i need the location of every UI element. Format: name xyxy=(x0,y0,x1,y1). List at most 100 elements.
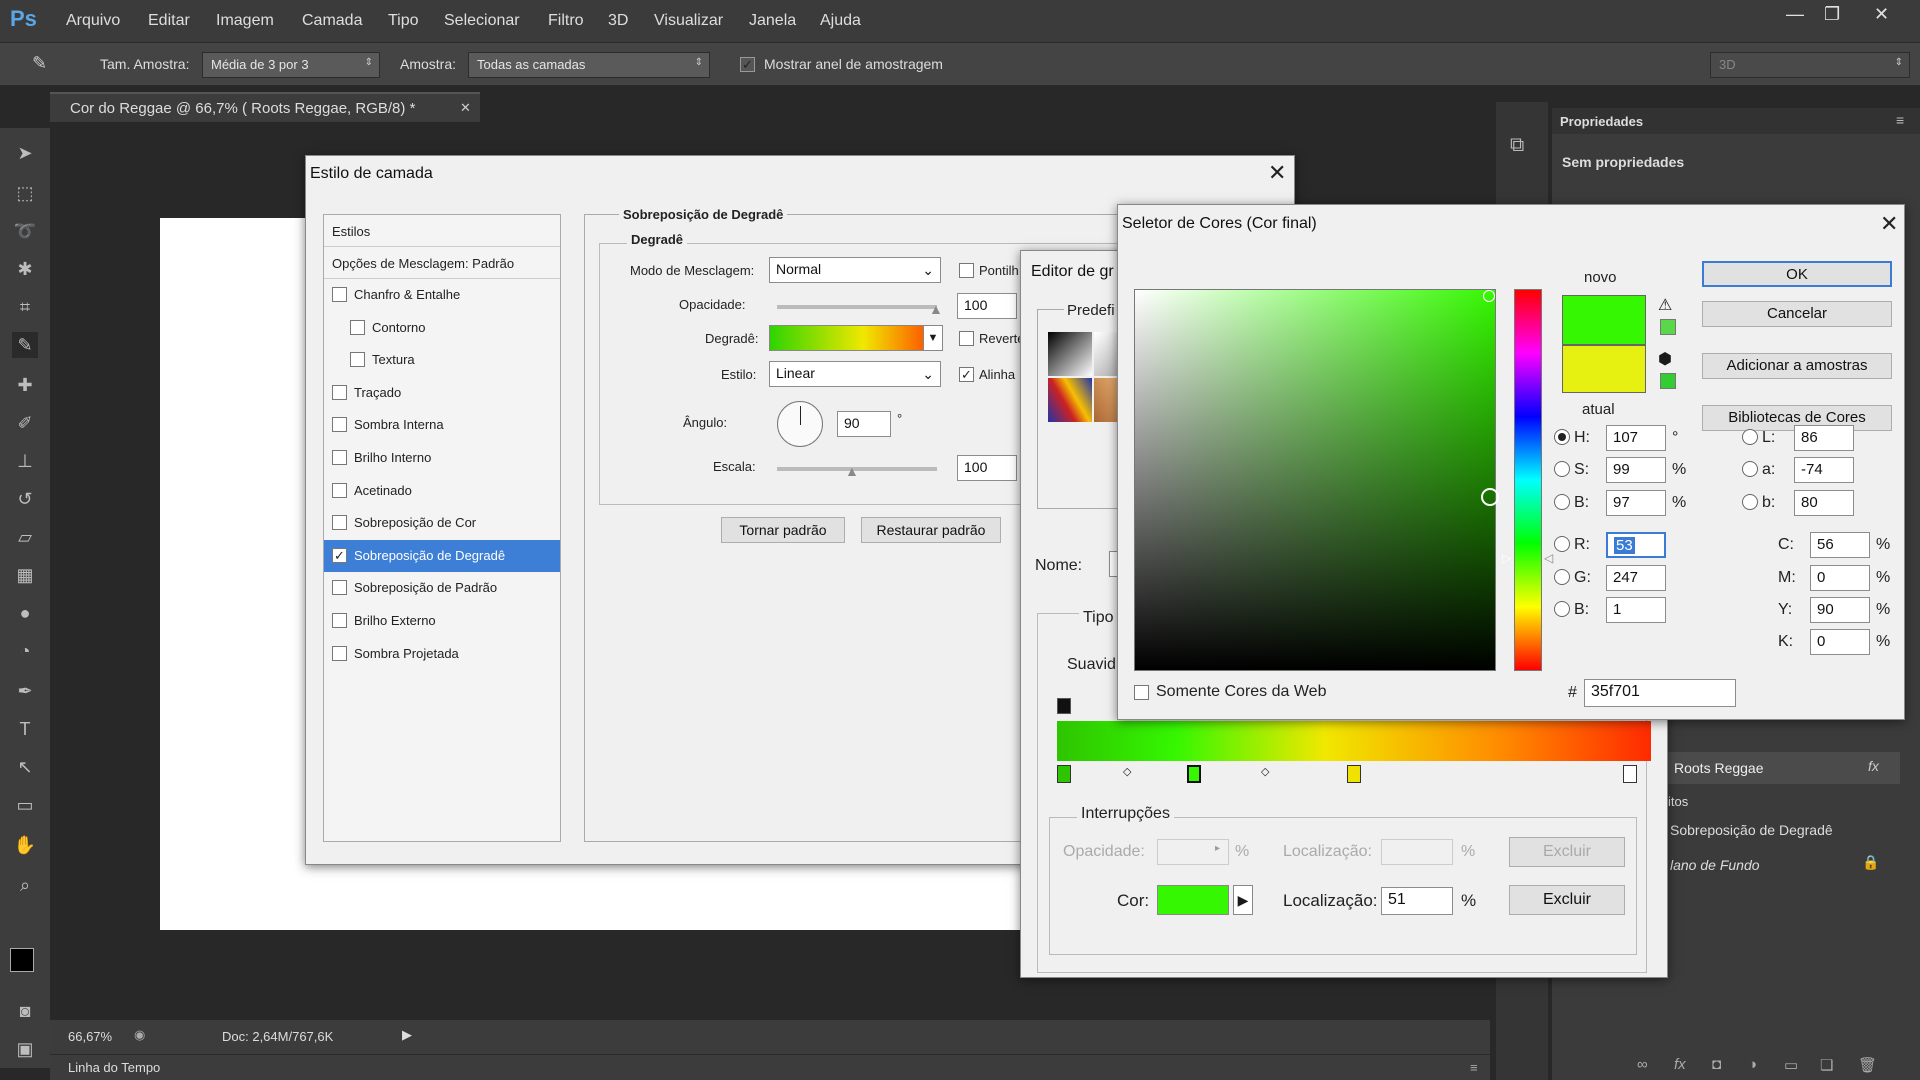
current-color-swatch[interactable] xyxy=(1562,345,1646,393)
style-item[interactable]: Acetinado xyxy=(324,475,560,507)
midpoint-diamond[interactable]: ◇ xyxy=(1261,765,1269,778)
timeline-panel[interactable]: Linha do Tempo ≡ xyxy=(50,1054,1490,1080)
cube-icon[interactable]: ⬢ xyxy=(1658,349,1672,369)
restore-icon[interactable]: ❐ xyxy=(1824,4,1840,25)
delete-opacity-stop-button[interactable]: Excluir xyxy=(1509,837,1625,867)
eraser-tool-icon[interactable]: ▱ xyxy=(12,524,38,550)
style-item[interactable]: Sobreposição de Cor xyxy=(324,507,560,539)
slider-thumb[interactable]: ▲ xyxy=(845,463,859,479)
color-stop[interactable] xyxy=(1347,765,1361,783)
menu-0[interactable]: Arquivo xyxy=(66,12,120,30)
delete-color-stop-button[interactable]: Excluir xyxy=(1509,885,1625,915)
trash-icon[interactable]: 🗑 xyxy=(1858,1056,1877,1074)
style-item[interactable]: Sombra Projetada xyxy=(324,638,560,670)
close-icon[interactable]: ✕ xyxy=(1268,160,1286,186)
menu-3[interactable]: Camada xyxy=(302,12,362,30)
proof-icon[interactable]: ◉ xyxy=(134,1027,145,1043)
fx-icon[interactable]: fx xyxy=(1868,758,1879,774)
dither-checkbox[interactable] xyxy=(959,263,974,278)
folder-icon[interactable]: ▭ xyxy=(1784,1056,1798,1074)
style-item[interactable]: Contorno xyxy=(324,312,560,344)
color-field-marker[interactable] xyxy=(1481,488,1499,506)
radio-a[interactable] xyxy=(1742,461,1758,477)
pen-tool-icon[interactable]: ✒ xyxy=(12,678,38,704)
menu-6[interactable]: Filtro xyxy=(548,12,584,30)
panel-menu-icon[interactable]: ≡ xyxy=(1470,1060,1478,1075)
properties-tab[interactable]: Propriedades xyxy=(1560,114,1643,129)
add-to-swatches-button[interactable]: Adicionar a amostras xyxy=(1702,353,1892,379)
zoom-tool-icon[interactable]: ⌕ xyxy=(12,872,38,898)
style-item[interactable]: Brilho Interno xyxy=(324,442,560,474)
radio-S[interactable] xyxy=(1554,461,1570,477)
adjustment-icon[interactable]: ◑ xyxy=(1748,1056,1757,1073)
hue-slider[interactable] xyxy=(1514,289,1542,671)
style-item[interactable]: Sobreposição de Padrão xyxy=(324,572,560,604)
sample-select[interactable]: Todas as camadas ⇕ xyxy=(468,52,710,78)
opacity-stop[interactable] xyxy=(1057,698,1071,714)
close-icon[interactable]: ✕ xyxy=(1880,211,1898,237)
preset-swatch[interactable] xyxy=(1048,332,1092,376)
hex-input[interactable]: 35f701 xyxy=(1584,679,1736,707)
warning-icon[interactable]: ⚠ xyxy=(1658,295,1672,315)
healing-brush-icon[interactable]: ✚ xyxy=(12,372,38,398)
radio-R[interactable] xyxy=(1554,536,1570,552)
opacity-location-input[interactable] xyxy=(1381,839,1453,865)
align-checkbox[interactable] xyxy=(959,367,974,382)
crop-tool-icon[interactable]: ⌗ xyxy=(12,294,38,320)
style-checkbox[interactable] xyxy=(332,417,347,433)
menu-2[interactable]: Imagem xyxy=(216,12,274,30)
radio-H[interactable] xyxy=(1554,429,1570,445)
quick-mask-icon[interactable]: ◙ xyxy=(12,998,38,1024)
input-b[interactable]: 80 xyxy=(1794,490,1854,516)
radio-B[interactable] xyxy=(1554,494,1570,510)
blend-mode-select[interactable]: Normal ⌄ xyxy=(769,257,941,283)
style-checkbox[interactable] xyxy=(350,352,365,368)
history-icon[interactable]: ⧉ xyxy=(1510,134,1524,157)
layer-row-roots-reggae[interactable]: Roots Reggae fx xyxy=(1660,752,1900,784)
styles-header[interactable]: Estilos xyxy=(324,215,560,247)
history-brush-icon[interactable]: ↺ xyxy=(12,486,38,512)
input-G[interactable]: 247 xyxy=(1606,565,1666,591)
workspace-select[interactable]: 3D ⇕ xyxy=(1710,52,1910,78)
zoom-level[interactable]: 66,67% xyxy=(68,1029,112,1044)
screen-mode-icon[interactable]: ▣ xyxy=(12,1036,38,1062)
doc-info[interactable]: Doc: 2,64M/767,6K xyxy=(222,1029,333,1044)
input-M[interactable]: 0 xyxy=(1810,565,1870,591)
style-item[interactable]: Chanfro & Entalhe xyxy=(324,279,560,311)
reverse-checkbox[interactable] xyxy=(959,331,974,346)
style-item[interactable]: Traçado xyxy=(324,377,560,409)
input-Y[interactable]: 90 xyxy=(1810,597,1870,623)
hue-slider-handle[interactable]: ▷ xyxy=(1502,551,1511,565)
gradient-preview[interactable] xyxy=(769,325,941,351)
dodge-tool-icon[interactable]: ◔ xyxy=(12,638,38,664)
style-item[interactable]: Sobreposição de Degradê xyxy=(324,539,560,572)
magic-wand-icon[interactable]: ✱ xyxy=(12,256,38,282)
menu-1[interactable]: Editar xyxy=(148,12,190,30)
type-tool-icon[interactable]: T xyxy=(12,716,38,742)
brush-tool-icon[interactable]: ✐ xyxy=(12,410,38,436)
move-tool-icon[interactable]: ➤ xyxy=(12,140,38,166)
panel-menu-icon[interactable]: ≡ xyxy=(1896,112,1904,128)
style-checkbox[interactable] xyxy=(332,450,347,465)
marquee-tool-icon[interactable]: ⬚ xyxy=(12,180,38,206)
input-K[interactable]: 0 xyxy=(1810,629,1870,655)
input-H[interactable]: 107 xyxy=(1606,425,1666,451)
style-checkbox[interactable] xyxy=(332,580,347,596)
style-item[interactable]: Brilho Externo xyxy=(324,605,560,637)
document-tab[interactable]: Cor do Reggae @ 66,7% ( Roots Reggae, RG… xyxy=(50,92,480,122)
eyedropper-icon[interactable]: ✎ xyxy=(32,53,47,74)
style-checkbox[interactable] xyxy=(332,482,347,498)
input-C[interactable]: 56 xyxy=(1810,532,1870,558)
reset-default-button[interactable]: Restaurar padrão xyxy=(861,517,1001,543)
radio-Bl[interactable] xyxy=(1554,601,1570,617)
new-layer-icon[interactable]: ❏ xyxy=(1820,1056,1833,1074)
menu-7[interactable]: 3D xyxy=(608,12,628,30)
menu-4[interactable]: Tipo xyxy=(388,12,419,30)
style-item[interactable]: Sombra Interna xyxy=(324,409,560,441)
angle-input[interactable]: 90 xyxy=(837,411,891,437)
color-location-input[interactable]: 51 xyxy=(1381,887,1453,915)
style-select[interactable]: Linear ⌄ xyxy=(769,361,941,387)
make-default-button[interactable]: Tornar padrão xyxy=(721,517,845,543)
close-window-icon[interactable]: ✕ xyxy=(1874,4,1889,25)
color-field[interactable] xyxy=(1134,289,1499,671)
